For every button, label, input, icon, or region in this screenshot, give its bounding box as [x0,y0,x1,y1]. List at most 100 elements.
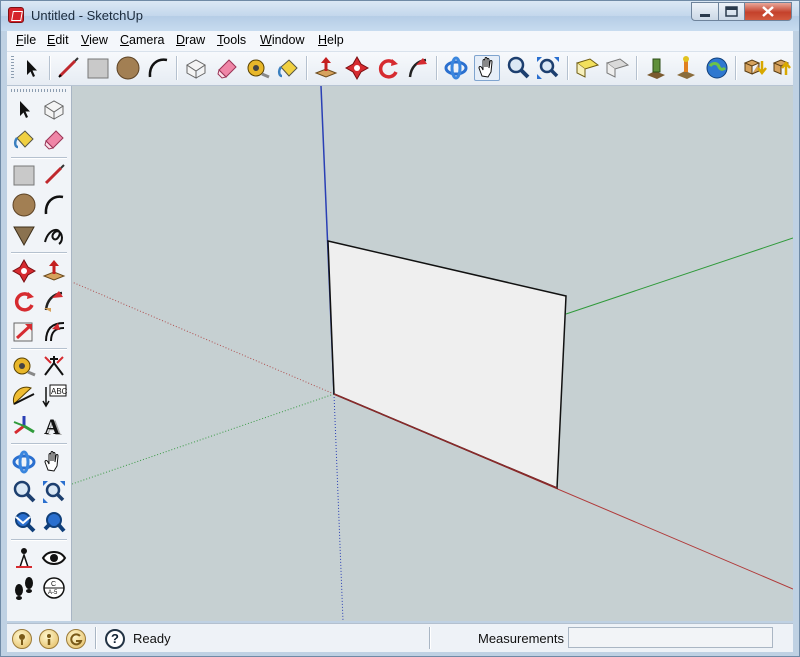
google-earth-button[interactable] [704,55,730,81]
menu-file[interactable]: File [16,33,36,47]
geo-location-icon[interactable] [12,629,32,649]
axes-tool-button[interactable] [11,413,37,439]
zoom-extents-button[interactable] [535,55,561,81]
menu-camera-label: amera [129,33,165,47]
share-model-button[interactable] [772,55,798,81]
menu-edit[interactable]: Edit [47,33,69,47]
modeling-viewport[interactable] [72,86,793,621]
follow-me-button[interactable] [405,55,431,81]
close-button[interactable] [744,2,792,21]
menu-draw-mnemonic: D [176,33,186,47]
line-tool-button[interactable] [41,162,67,188]
credits-icon[interactable] [39,629,59,649]
sketchup-window: Untitled - SketchUp File Edit View Camer… [0,0,800,657]
position-camera-button[interactable] [11,545,37,571]
push-pull-button[interactable] [41,258,67,284]
toolbar-grip[interactable] [11,56,14,80]
google-sign-in-icon[interactable] [66,629,86,649]
rotate-tool-button[interactable] [375,55,401,81]
toolbar-grip[interactable] [11,89,67,92]
get-models-icon [743,59,767,76]
menu-help[interactable]: Help [318,33,344,47]
get-models-button[interactable] [742,55,768,81]
3d-text-icon: AA [44,414,62,440]
eraser-tool-button[interactable] [214,55,240,81]
next-view-button[interactable] [604,55,630,81]
svg-text:C: C [51,581,56,588]
orbit-tool-button[interactable] [443,55,469,81]
status-text: Ready [133,631,171,646]
arc-tool-button[interactable] [41,192,67,218]
menu-window[interactable]: Window [260,33,304,47]
rotate-tool-button[interactable] [11,288,37,314]
arc-tool-button[interactable] [145,55,171,81]
maximize-button[interactable] [718,2,745,21]
circle-tool-button[interactable] [11,192,37,218]
google-earth-icon [706,57,728,79]
menu-window-label: indow [271,33,305,47]
zoom-icon [13,480,36,503]
paint-bucket-button[interactable] [11,126,37,152]
paint-bucket-button[interactable] [275,55,301,81]
pan-tool-button[interactable] [41,449,67,475]
push-pull-icon [42,260,66,281]
previous-view-button[interactable] [574,55,600,81]
walk-tool-button[interactable] [11,575,37,601]
add-location-button[interactable] [643,55,669,81]
tape-measure-button[interactable] [245,55,271,81]
zoom-tool-button[interactable] [505,55,531,81]
instructor-help-icon[interactable]: ? [105,629,125,649]
make-component-button[interactable] [183,55,209,81]
push-pull-button[interactable] [313,55,339,81]
menu-view[interactable]: View [81,33,108,47]
title-bar[interactable]: Untitled - SketchUp [1,1,799,31]
zoom-tool-button[interactable] [11,479,37,505]
section-plane-button[interactable]: C A-5 [41,575,67,601]
polygon-tool-button[interactable] [11,222,37,248]
freehand-tool-button[interactable] [41,222,67,248]
rectangle-tool-button[interactable] [11,162,37,188]
move-tool-button[interactable] [11,258,37,284]
look-around-button[interactable] [41,545,67,571]
rotate-icon [378,59,398,79]
scene-canvas[interactable] [72,86,793,621]
protractor-tool-button[interactable] [11,383,37,409]
menu-camera[interactable]: Camera [120,33,164,47]
menu-draw[interactable]: Draw [176,33,205,47]
previous-zoom-button[interactable] [41,509,67,535]
offset-tool-button[interactable] [41,318,67,344]
tape-measure-button[interactable] [11,353,37,379]
menu-window-mnemonic: W [260,33,272,47]
line-tool-button[interactable] [55,55,81,81]
zoom-window-button[interactable] [41,479,67,505]
pan-tool-button[interactable] [474,55,500,81]
toolbar-separator [49,56,50,80]
minimize-button[interactable] [691,2,719,21]
follow-me-button[interactable] [41,288,67,314]
follow-me-icon [408,58,427,78]
menu-tools[interactable]: Tools [217,33,246,47]
orbit-icon [444,56,468,80]
eraser-tool-button[interactable] [41,126,67,152]
svg-text:A-5: A-5 [48,590,58,596]
text-tool-button[interactable]: ABC [41,383,68,409]
make-component-button[interactable] [41,96,67,122]
dimension-tool-button[interactable] [41,353,67,379]
protractor-icon [12,386,35,405]
select-icon [27,60,37,77]
previous-zoom-icon [43,512,66,533]
toggle-terrain-button[interactable] [673,55,699,81]
move-tool-button[interactable] [344,55,370,81]
rectangle-tool-button[interactable] [85,55,111,81]
follow-me-icon [44,291,63,312]
select-tool-button[interactable] [11,96,37,122]
measurements-input[interactable] [568,627,773,648]
orbit-tool-button[interactable] [11,449,37,475]
select-tool-button[interactable] [18,55,44,81]
make-component-icon [186,59,206,79]
3d-text-tool-button[interactable]: AA [41,413,67,440]
scale-tool-button[interactable] [11,318,37,344]
circle-tool-button[interactable] [115,55,141,81]
sketchup-app-icon[interactable] [8,7,24,23]
zoom-extents-button[interactable] [11,509,37,535]
